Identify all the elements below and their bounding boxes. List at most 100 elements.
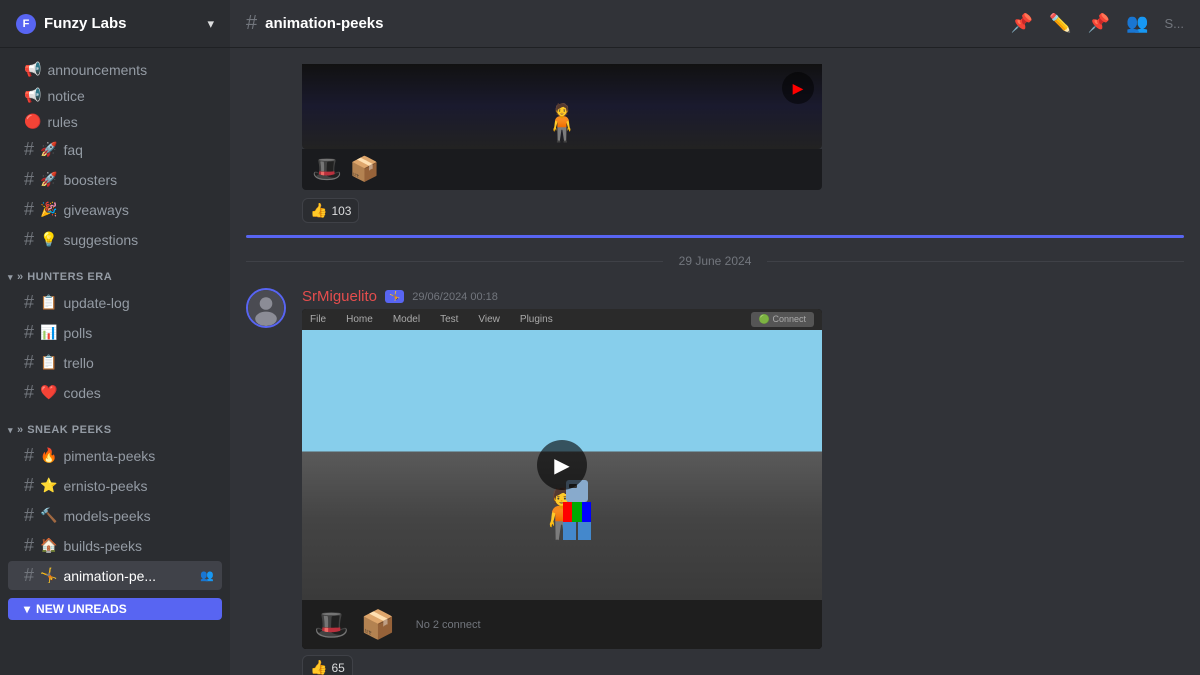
channel-name-label: animation-pe...: [63, 568, 194, 584]
hash-icon: #: [24, 565, 34, 586]
hash-icon: #: [24, 292, 34, 313]
play-icon-partial[interactable]: ▶: [782, 72, 814, 104]
chart-icon: 📊: [40, 324, 57, 341]
date-divider-june29: 29 June 2024: [230, 238, 1200, 284]
message-timestamp: 29/06/2024 00:18: [412, 291, 498, 303]
channel-item-giveaways[interactable]: # 🎉 giveaways: [8, 195, 222, 224]
new-unreads-label: NEW UNREADS: [36, 602, 127, 616]
partial-video: ▶ 🧍: [302, 64, 822, 149]
announce-icon: 📢: [24, 61, 41, 78]
reaction-thumbsup[interactable]: 👍 103: [302, 198, 359, 223]
channel-name-label: suggestions: [63, 232, 214, 248]
reaction-emoji-main: 👍: [310, 659, 327, 675]
star-icon: ⭐: [40, 477, 57, 494]
toolbar-icons: 📌 ✏️ 📌 👥 S...: [1011, 13, 1184, 34]
party-icon: 🎉: [40, 201, 57, 218]
studio-connect-btn[interactable]: 🟢 Connect: [751, 312, 814, 327]
date-line-left: [246, 261, 663, 262]
channel-name-label: builds-peeks: [63, 538, 214, 554]
old-video-top: ▶ 🧍: [230, 64, 1200, 149]
channel-item-rules[interactable]: 🔴 rules: [8, 109, 222, 134]
channel-name-label: faq: [63, 142, 214, 158]
play-triangle-icon: ▶: [793, 80, 804, 97]
announce-icon2: 📢: [24, 87, 41, 104]
reaction-count-main: 65: [331, 661, 344, 675]
channel-item-builds-peeks[interactable]: # 🏠 builds-peeks: [8, 531, 222, 560]
clipboard-icon: 📋: [40, 294, 57, 311]
fire-icon: 🔥: [40, 447, 57, 464]
boost-icon[interactable]: 📌: [1088, 13, 1110, 34]
heart-icon: ❤️: [40, 384, 57, 401]
channel-item-pimenta-peeks[interactable]: # 🔥 pimenta-peeks: [8, 441, 222, 470]
channel-item-suggestions[interactable]: # 💡 suggestions: [8, 225, 222, 254]
channel-name-label: update-log: [63, 295, 214, 311]
message-header: SrMiguelito 🤸 29/06/2024 00:18: [302, 288, 1184, 305]
pin-icon[interactable]: 📌: [1011, 13, 1033, 34]
new-unreads-button[interactable]: ▾ NEW UNREADS: [8, 598, 222, 620]
date-label: 29 June 2024: [671, 254, 760, 268]
hash-icon: #: [24, 475, 34, 496]
category-label: » SNEAK PEEKS: [17, 424, 112, 436]
rocket-icon: 🚀: [40, 141, 57, 158]
cube-logo-large-icon: 📦: [361, 608, 396, 641]
category-sneak-peeks[interactable]: ▾ » SNEAK PEEKS: [0, 408, 230, 440]
channel-name-label: announcements: [47, 62, 214, 78]
channel-item-ernisto-peeks[interactable]: # ⭐ ernisto-peeks: [8, 471, 222, 500]
cube-logo-icon: 📦: [350, 155, 380, 184]
message-reactions: 👍 65: [302, 655, 1184, 675]
studio-menu-test: Test: [440, 314, 458, 325]
hash-icon: #: [24, 535, 34, 556]
edit-icon[interactable]: ✏️: [1049, 13, 1071, 34]
channel-item-animation-peeks[interactable]: # 🤸 animation-pe... 👥: [8, 561, 222, 590]
channel-name-label: rules: [47, 114, 214, 130]
trello-icon: 📋: [40, 354, 57, 371]
hash-icon: #: [24, 352, 34, 373]
roblox-char-top: 🧍: [540, 102, 585, 144]
channel-item-trello[interactable]: # 📋 trello: [8, 348, 222, 377]
channel-name-label: trello: [63, 355, 214, 371]
channel-list: 📢 announcements 📢 notice 🔴 rules # 🚀 faq…: [0, 48, 230, 675]
channel-name-label: polls: [63, 325, 214, 341]
studio-menu-view: View: [478, 314, 500, 325]
channel-item-models-peeks[interactable]: # 🔨 models-peeks: [8, 501, 222, 530]
message-username: SrMiguelito: [302, 288, 377, 305]
channel-item-boosters[interactable]: # 🚀 boosters: [8, 165, 222, 194]
category-hunters-era[interactable]: ▾ » HUNTERS ERA: [0, 255, 230, 287]
channel-info: # animation-peeks: [246, 12, 1003, 35]
hash-icon: #: [24, 382, 34, 403]
member-badge-icon: 👥: [200, 569, 214, 582]
top-bar: # animation-peeks 📌 ✏️ 📌 👥 S...: [230, 0, 1200, 48]
channel-item-codes[interactable]: # ❤️ codes: [8, 378, 222, 407]
reaction-count: 103: [331, 204, 351, 218]
sidebar: F Funzy Labs ▾ 📢 announcements 📢 notice …: [0, 0, 230, 675]
play-button-overlay[interactable]: ▶: [537, 440, 587, 490]
house-icon: 🏠: [40, 537, 57, 554]
hash-icon: #: [24, 199, 34, 220]
studio-menu-home: Home: [346, 314, 373, 325]
channel-item-notice[interactable]: 📢 notice: [8, 83, 222, 108]
snake-logo-icon: 🎩: [312, 155, 342, 184]
channel-item-update-log[interactable]: # 📋 update-log: [8, 288, 222, 317]
members-icon[interactable]: 👥: [1126, 13, 1148, 34]
video-embed[interactable]: File Home Model Test View Plugins 🟢 Conn…: [302, 309, 822, 649]
server-header[interactable]: F Funzy Labs ▾: [0, 0, 230, 48]
channel-item-announcements[interactable]: 📢 announcements: [8, 57, 222, 82]
category-arrow-icon: ▾: [8, 272, 13, 283]
server-name: F Funzy Labs: [16, 14, 127, 34]
studio-toolbar: File Home Model Test View Plugins 🟢 Conn…: [302, 309, 822, 330]
search-text[interactable]: S...: [1164, 16, 1184, 31]
channel-item-faq[interactable]: # 🚀 faq: [8, 135, 222, 164]
reaction-emoji: 👍: [310, 202, 327, 219]
messages-area[interactable]: ▶ 🧍 🎩 📦 👍 103: [230, 48, 1200, 675]
avatar-srmiguelito[interactable]: [246, 288, 286, 328]
old-embed-bar: 🎩 📦: [302, 149, 822, 190]
channel-name-label: boosters: [63, 172, 214, 188]
channel-item-polls[interactable]: # 📊 polls: [8, 318, 222, 347]
rules-icon: 🔴: [24, 113, 41, 130]
channel-name-label: codes: [63, 385, 214, 401]
hash-icon: #: [24, 139, 34, 160]
animation-icon: 🤸: [40, 567, 57, 584]
bot-badge: 🤸: [385, 290, 404, 303]
reaction-thumbsup-main[interactable]: 👍 65: [302, 655, 353, 675]
old-embed-bottom-bar: 🎩 📦: [230, 149, 1200, 190]
